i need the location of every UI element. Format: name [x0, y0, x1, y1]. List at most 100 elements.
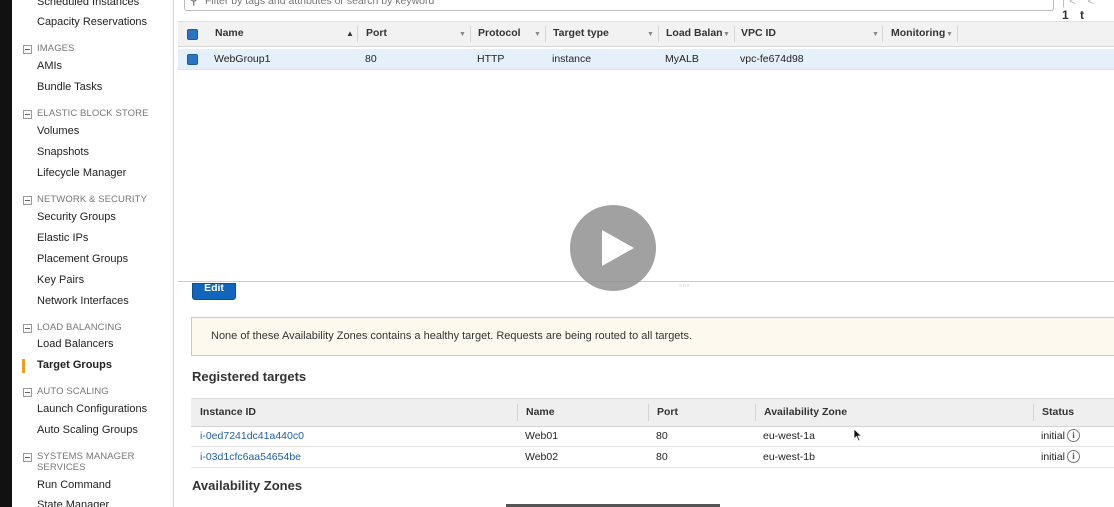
sidebar-section-elastic-block-store[interactable]: ELASTIC BLOCK STORE [37, 108, 157, 119]
select-all-checkbox[interactable] [187, 29, 198, 40]
cell-load-balancer: MyALB [665, 53, 699, 65]
mouse-cursor-icon [853, 428, 863, 442]
sidebar-item-run-command[interactable]: Run Command [37, 479, 111, 491]
info-icon[interactable]: i [1067, 429, 1080, 442]
collapse-icon[interactable] [23, 45, 32, 54]
pane-splitter[interactable] [178, 281, 1114, 282]
cell-status: initial [1041, 451, 1065, 463]
target-groups-table-header: Name ▲ Port ▼ Protocol ▼ Target type ▼ L… [178, 21, 1114, 47]
search-bar[interactable]: ⚲ [184, 0, 1054, 11]
cell-status: initial [1041, 430, 1065, 442]
sidebar-item-volumes[interactable]: Volumes [37, 125, 79, 137]
column-menu-icon[interactable]: ▼ [872, 31, 879, 38]
collapse-icon[interactable] [23, 453, 32, 462]
availability-zones-title: Availability Zones [192, 478, 303, 493]
pager-label: 1 t [1062, 8, 1089, 22]
row-checkbox[interactable] [187, 54, 198, 65]
sidebar-item-snapshots[interactable]: Snapshots [37, 146, 89, 158]
column-header-load-balancer[interactable]: Load Balancer [666, 22, 722, 46]
sidebar-section-systems-manager-services[interactable]: SYSTEMS MANAGER SERVICES [37, 451, 157, 473]
pager-nav[interactable]: |< < [1062, 0, 1098, 8]
column-header-name[interactable]: Name [215, 22, 315, 46]
table-row: i-03d1cfc6aa54654be Web02 80 eu-west-1b … [191, 447, 1114, 468]
cell-availability-zone: eu-west-1a [763, 430, 815, 442]
sidebar-item-load-balancers[interactable]: Load Balancers [37, 338, 113, 350]
sidebar-nav: Scheduled Instances Capacity Reservations… [12, 0, 174, 507]
column-divider[interactable] [517, 404, 518, 421]
sidebar-item-target-groups[interactable]: Target Groups [37, 359, 112, 371]
column-divider[interactable] [957, 26, 958, 42]
sidebar-item-bundle-tasks[interactable]: Bundle Tasks [37, 81, 102, 93]
column-divider[interactable] [658, 26, 659, 42]
info-icon[interactable]: i [1067, 450, 1080, 463]
cell-name: WebGroup1 [214, 53, 271, 65]
column-divider[interactable] [545, 26, 546, 42]
video-play-button[interactable] [570, 205, 656, 291]
column-header-port[interactable]: Port [657, 399, 678, 426]
registered-targets-title: Registered targets [192, 369, 307, 384]
column-header-protocol[interactable]: Protocol [478, 22, 538, 46]
column-header-name[interactable]: Name [526, 399, 555, 426]
cell-protocol: HTTP [477, 53, 505, 65]
column-divider[interactable] [882, 26, 883, 42]
instance-id-link[interactable]: i-03d1cfc6aa54654be [200, 447, 301, 467]
sidebar-section-network-security[interactable]: NETWORK & SECURITY [37, 194, 157, 205]
cell-port: 80 [365, 53, 377, 65]
sidebar-item-elastic-ips[interactable]: Elastic IPs [37, 232, 88, 244]
sidebar-item-scheduled-instances[interactable]: Scheduled Instances [37, 0, 139, 8]
warning-text: None of these Availability Zones contain… [211, 330, 693, 342]
column-menu-icon[interactable]: ▼ [723, 31, 730, 38]
registered-targets-table-header: Instance ID Name Port Availability Zone … [191, 398, 1114, 427]
collapse-icon[interactable] [23, 110, 32, 119]
column-divider[interactable] [755, 404, 756, 421]
sidebar-item-launch-configurations[interactable]: Launch Configurations [37, 403, 147, 415]
table-row: i-0ed7241dc41a440c0 Web01 80 eu-west-1a … [191, 426, 1114, 447]
pagination[interactable]: |< < 1 t [1062, 0, 1114, 22]
edit-button[interactable]: Edit [192, 283, 236, 300]
sort-asc-icon[interactable]: ▲ [346, 29, 354, 38]
column-header-vpc-id[interactable]: VPC ID [741, 22, 841, 46]
column-header-status[interactable]: Status [1042, 399, 1074, 426]
cell-target-type: instance [552, 53, 592, 65]
play-icon [602, 230, 634, 266]
column-menu-icon[interactable]: ▼ [647, 31, 654, 38]
sidebar-item-state-manager[interactable]: State Manager [37, 499, 109, 507]
column-menu-icon[interactable]: ▼ [459, 31, 466, 38]
active-indicator [22, 359, 25, 373]
search-input[interactable] [205, 0, 1025, 8]
sidebar-item-capacity-reservations[interactable]: Capacity Reservations [37, 16, 147, 28]
sidebar-section-auto-scaling[interactable]: AUTO SCALING [37, 386, 157, 397]
sidebar-item-auto-scaling-groups[interactable]: Auto Scaling Groups [37, 424, 138, 436]
column-divider[interactable] [648, 404, 649, 421]
cell-availability-zone: eu-west-1b [763, 451, 815, 463]
column-header-instance-id[interactable]: Instance ID [200, 399, 256, 426]
warning-banner: None of these Availability Zones contain… [191, 317, 1114, 356]
table-row[interactable]: WebGroup1 80 HTTP instance MyALB vpc-fe6… [178, 49, 1114, 70]
column-header-target-type[interactable]: Target type [553, 22, 643, 46]
collapse-icon[interactable] [23, 324, 32, 333]
column-divider[interactable] [1033, 404, 1034, 421]
column-header-port[interactable]: Port [366, 22, 446, 46]
column-divider[interactable] [470, 26, 471, 42]
cell-name: Web01 [525, 430, 559, 442]
search-icon: ⚲ [189, 0, 199, 8]
instance-id-link[interactable]: i-0ed7241dc41a440c0 [200, 426, 304, 446]
column-divider[interactable] [734, 26, 735, 42]
sidebar-item-lifecycle-manager[interactable]: Lifecycle Manager [37, 167, 126, 179]
column-header-availability-zone[interactable]: Availability Zone [764, 399, 847, 426]
sidebar-item-placement-groups[interactable]: Placement Groups [37, 253, 128, 265]
column-menu-icon[interactable]: ▼ [534, 31, 541, 38]
sidebar-item-security-groups[interactable]: Security Groups [37, 211, 116, 223]
sidebar-item-key-pairs[interactable]: Key Pairs [37, 274, 84, 286]
cell-port: 80 [656, 430, 668, 442]
column-menu-icon[interactable]: ▼ [946, 31, 953, 38]
splitter-handle-icon[interactable]: ▫▫▫ [679, 281, 691, 290]
sidebar-item-amis[interactable]: AMIs [37, 60, 62, 72]
collapse-icon[interactable] [23, 388, 32, 397]
sidebar-section-load-balancing[interactable]: LOAD BALANCING [37, 322, 157, 333]
column-divider[interactable] [357, 26, 358, 42]
sidebar-item-network-interfaces[interactable]: Network Interfaces [37, 295, 129, 307]
sidebar-section-images[interactable]: IMAGES [37, 43, 157, 54]
cell-name: Web02 [525, 451, 559, 463]
collapse-icon[interactable] [23, 196, 32, 205]
